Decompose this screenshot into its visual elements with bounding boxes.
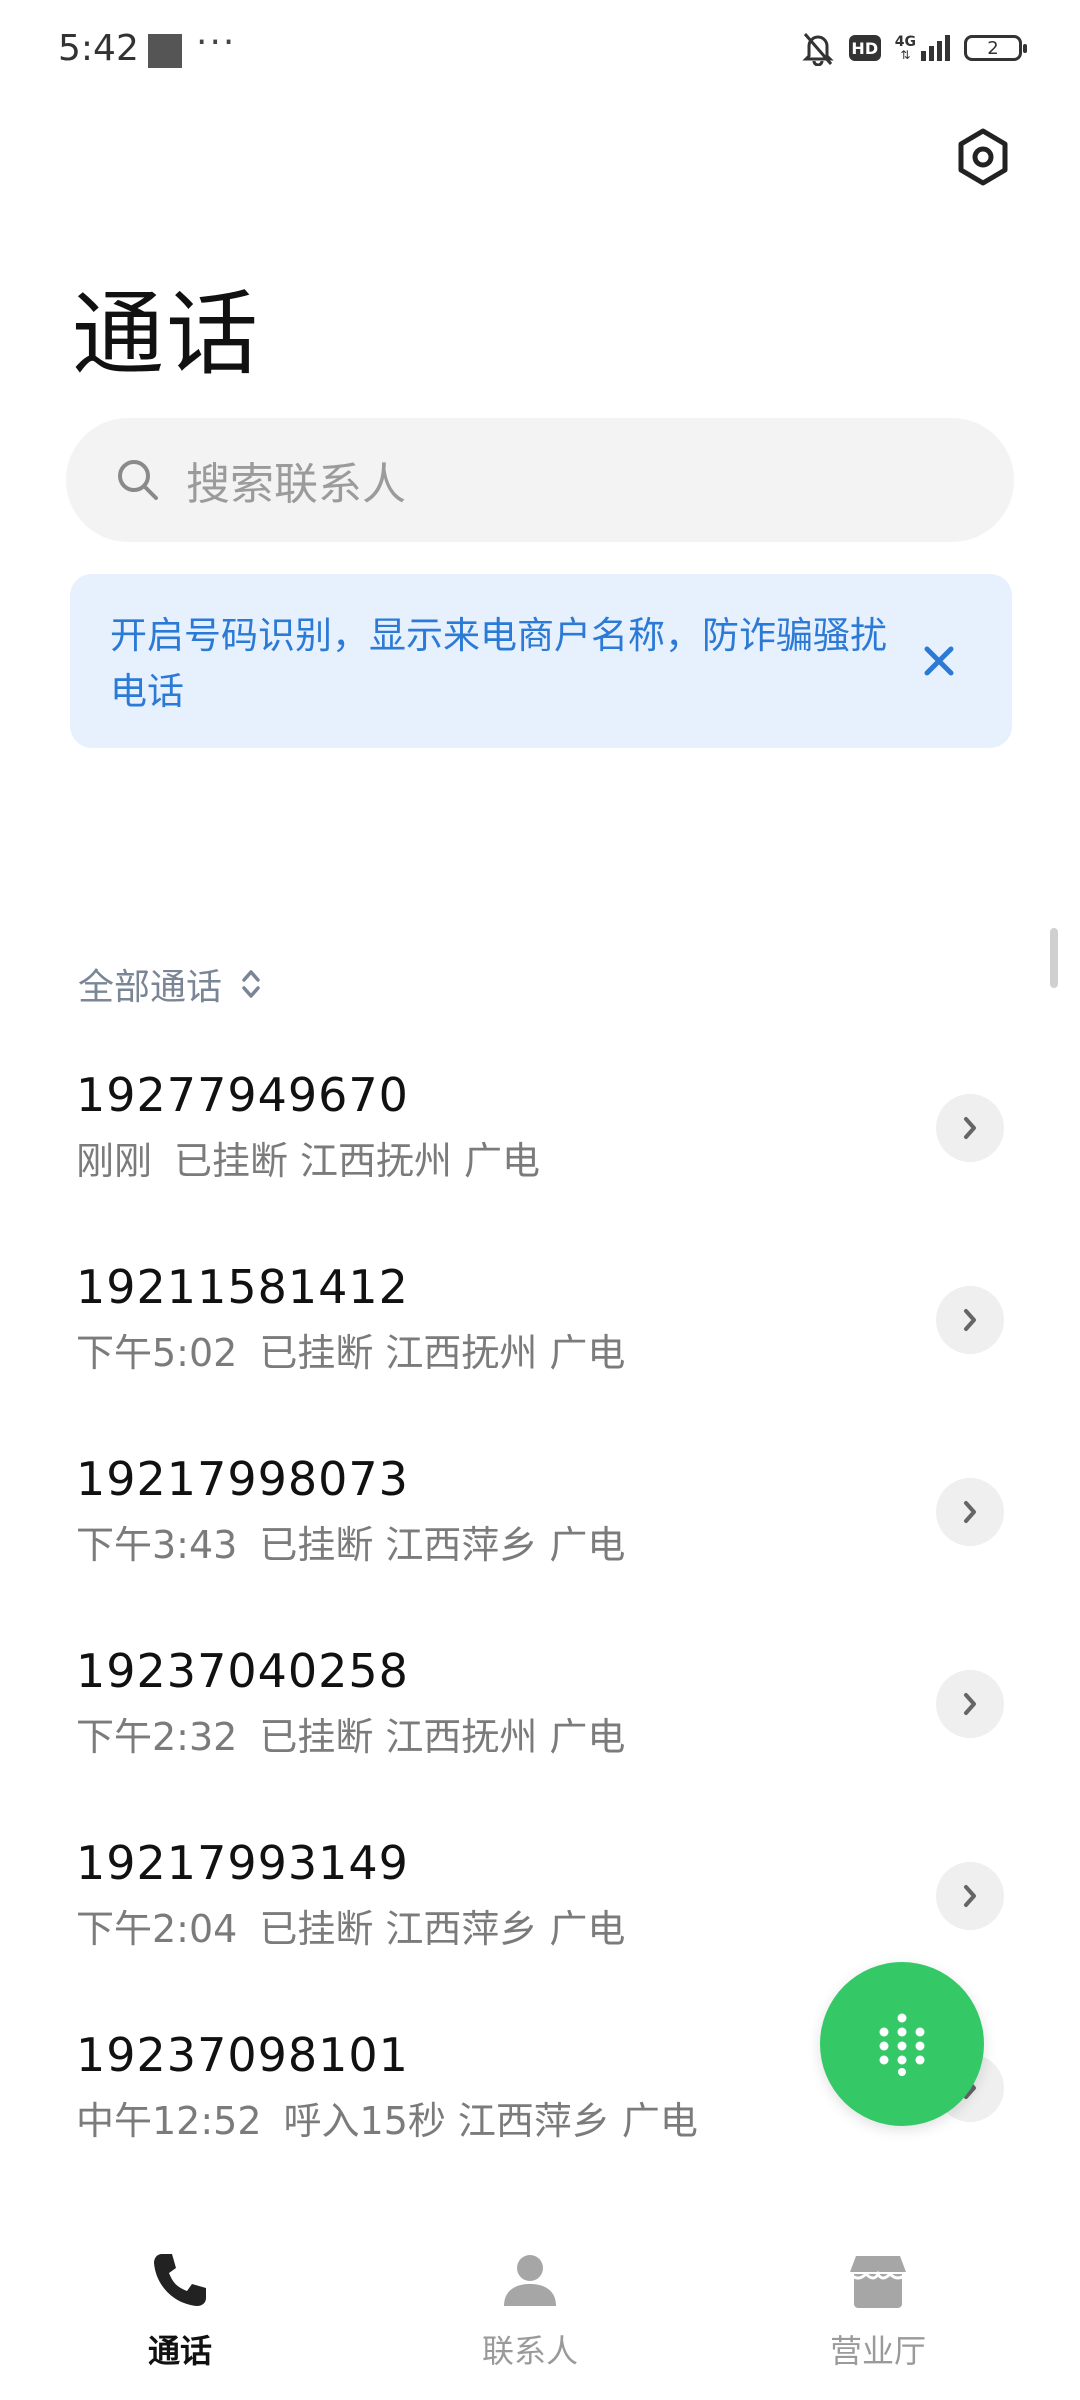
notice-close-button[interactable] xyxy=(914,636,964,686)
call-row[interactable]: 19277949670 刚刚 已挂断 江西抚州 广电 xyxy=(0,1062,1080,1254)
more-notifications-icon: ··· xyxy=(196,22,237,63)
call-meta: 下午2:32 已挂断 江西抚州 广电 xyxy=(76,1706,647,1761)
call-location: 江西抚州 xyxy=(385,1715,538,1759)
battery-icon: 2 xyxy=(964,35,1027,61)
nav-item-contacts[interactable]: 联系人 xyxy=(430,2248,630,2372)
call-detail-button[interactable] xyxy=(936,1094,1004,1162)
call-meta: 刚刚 已挂断 江西抚州 广电 xyxy=(76,1130,562,1185)
call-status: 已挂断 xyxy=(174,1139,289,1183)
call-carrier: 广电 xyxy=(549,1907,626,1951)
call-status: 已挂断 xyxy=(259,1715,374,1759)
call-detail-button[interactable] xyxy=(936,1670,1004,1738)
call-time: 刚刚 xyxy=(76,1139,153,1183)
call-row[interactable]: 19237040258 下午2:32 已挂断 江西抚州 广电 xyxy=(0,1638,1080,1830)
nav-item-calls[interactable]: 通话 xyxy=(80,2248,280,2372)
call-number: 19217993149 xyxy=(76,1836,409,1890)
hd-badge: HD xyxy=(848,35,881,61)
page-title: 通话 xyxy=(72,281,261,388)
sort-chevrons-icon xyxy=(242,970,260,998)
call-location: 江西抚州 xyxy=(300,1139,453,1183)
call-carrier: 广电 xyxy=(549,1523,626,1567)
mute-bell-icon xyxy=(802,33,834,66)
status-icons: HD 4G ⇅ 2 xyxy=(801,30,1027,66)
call-detail-button[interactable] xyxy=(936,1862,1004,1930)
filter-label: 全部通话 xyxy=(78,967,223,1008)
dialpad-icon xyxy=(879,2013,925,2076)
chevron-right-icon xyxy=(964,1693,976,1715)
call-detail-button[interactable] xyxy=(936,1286,1004,1354)
call-location: 江西萍乡 xyxy=(385,1523,538,1567)
call-number: 19217998073 xyxy=(76,1452,409,1506)
nav-label: 通话 xyxy=(147,2332,212,2370)
call-time: 下午5:02 xyxy=(76,1331,238,1375)
call-row[interactable]: 19217998073 下午3:43 已挂断 江西萍乡 广电 xyxy=(0,1446,1080,1638)
call-filter-dropdown[interactable]: 全部通话 xyxy=(78,958,262,1010)
notification-square-icon xyxy=(148,34,182,68)
chevron-right-icon xyxy=(964,1501,976,1523)
bottom-nav: 通话 联系人 营业厅 xyxy=(0,2230,1080,2400)
caller-id-notice[interactable]: 开启号码识别，显示来电商户名称，防诈骗骚扰电话 xyxy=(70,574,1012,748)
status-time: 5:42 xyxy=(58,28,139,69)
call-location: 江西萍乡 xyxy=(457,2099,610,2143)
call-number: 19277949670 xyxy=(76,1068,409,1122)
chevron-right-icon xyxy=(964,1309,976,1331)
call-location: 江西抚州 xyxy=(385,1331,538,1375)
call-carrier: 广电 xyxy=(549,1715,626,1759)
call-meta: 下午3:43 已挂断 江西萍乡 广电 xyxy=(76,1514,647,1569)
call-time: 中午12:52 xyxy=(76,2099,262,2143)
dialpad-button[interactable] xyxy=(820,1962,984,2126)
call-detail-button[interactable] xyxy=(936,1478,1004,1546)
call-row[interactable]: 19211581412 下午5:02 已挂断 江西抚州 广电 xyxy=(0,1254,1080,1446)
search-placeholder: 搜索联系人 xyxy=(186,459,406,510)
notice-text[interactable]: 开启号码识别，显示来电商户名称，防诈骗骚扰电话 xyxy=(110,608,890,720)
call-status: 已挂断 xyxy=(259,1907,374,1951)
status-bar: 5:42 ··· HD 4G ⇅ 2 xyxy=(0,0,1080,100)
search-icon xyxy=(118,460,158,500)
call-meta: 下午2:04 已挂断 江西萍乡 广电 xyxy=(76,1898,647,1953)
call-location: 江西萍乡 xyxy=(385,1907,538,1951)
hexagon-settings-icon xyxy=(958,128,1008,186)
call-meta: 下午5:02 已挂断 江西抚州 广电 xyxy=(76,1322,647,1377)
scrollbar[interactable] xyxy=(1050,928,1058,988)
call-time: 下午3:43 xyxy=(76,1523,238,1567)
call-number: 19211581412 xyxy=(76,1260,409,1314)
store-icon xyxy=(848,2256,908,2308)
call-carrier: 广电 xyxy=(464,1139,541,1183)
network-label: 4G xyxy=(894,34,916,50)
call-carrier: 广电 xyxy=(549,1331,626,1375)
call-carrier: 广电 xyxy=(621,2099,698,2143)
call-status: 呼入15秒 xyxy=(283,2099,446,2143)
call-meta: 中午12:52 呼入15秒 江西萍乡 广电 xyxy=(76,2090,720,2145)
search-input[interactable]: 搜索联系人 xyxy=(66,418,1014,542)
signal-icon: 4G ⇅ xyxy=(895,35,950,61)
chevron-right-icon xyxy=(964,1117,976,1139)
nav-label: 联系人 xyxy=(481,2332,578,2370)
nav-label: 营业厅 xyxy=(829,2332,926,2370)
close-icon xyxy=(924,646,954,676)
call-time: 下午2:32 xyxy=(76,1715,238,1759)
person-icon xyxy=(504,2255,556,2306)
call-status: 已挂断 xyxy=(259,1331,374,1375)
call-status: 已挂断 xyxy=(259,1523,374,1567)
chevron-right-icon xyxy=(964,1885,976,1907)
call-number: 19237040258 xyxy=(76,1644,409,1698)
nav-item-store[interactable]: 营业厅 xyxy=(778,2248,978,2372)
phone-icon xyxy=(154,2254,206,2306)
settings-button[interactable] xyxy=(948,122,1018,192)
call-number: 19237098101 xyxy=(76,2028,409,2082)
call-time: 下午2:04 xyxy=(76,1907,238,1951)
